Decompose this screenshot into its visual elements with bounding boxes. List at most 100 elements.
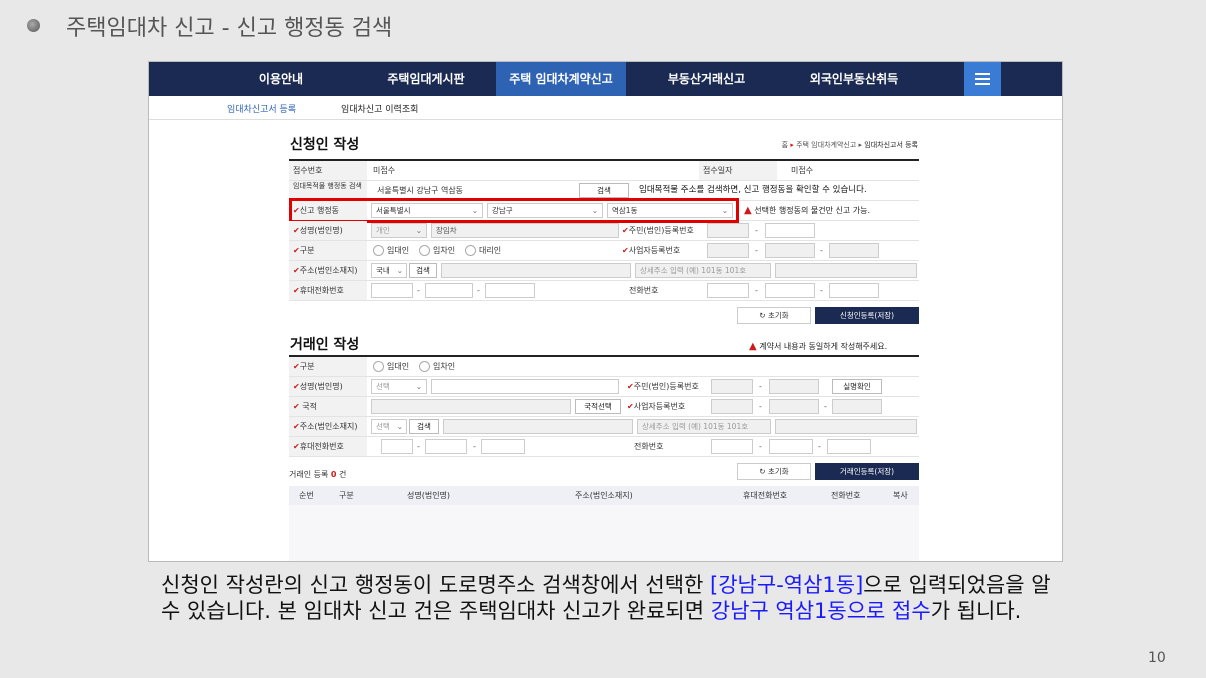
trader-mobile-input-1[interactable] bbox=[381, 439, 413, 454]
phone-input-1[interactable] bbox=[707, 283, 749, 298]
subnav-history[interactable]: 임대차신고 이력조회 bbox=[341, 102, 418, 115]
trader-business-no-label: ✔사업자등록번호 bbox=[627, 402, 686, 411]
phone-label: 전화번호 bbox=[629, 286, 659, 295]
row-receipt: 접수번호 미접수 접수일자 미접수 bbox=[289, 161, 919, 181]
detail-address-input[interactable]: 상세주소 입력 (예) 101동 101호 bbox=[635, 263, 771, 278]
mobile-input-1[interactable] bbox=[371, 283, 413, 298]
trader-mobile-input-2[interactable] bbox=[425, 439, 467, 454]
nav-item-board[interactable]: 주택임대게시판 bbox=[371, 62, 481, 96]
nav-item-lease-report[interactable]: 주택 임대차계약신고 bbox=[496, 62, 626, 96]
extra-address-input[interactable] bbox=[775, 263, 917, 278]
chevron-down-icon: ⌄ bbox=[396, 422, 403, 431]
mobile-input-2[interactable] bbox=[425, 283, 473, 298]
trader-phone-label: 전화번호 bbox=[634, 442, 664, 451]
row-mobile: ✔휴대전화번호 - - 전화번호 - - bbox=[289, 281, 919, 301]
sub-nav: 임대차신고서 등록 임대차신고 이력조회 bbox=[149, 96, 1062, 120]
th-mobile: 휴대전화번호 bbox=[743, 491, 788, 500]
trader-extra-address-input[interactable] bbox=[775, 419, 917, 434]
trader-radio-lessee-label: 임차인 bbox=[433, 362, 456, 371]
warning-icon: ▲ bbox=[749, 341, 757, 352]
business-no-input-1[interactable] bbox=[707, 243, 749, 258]
trader-reset-button[interactable]: ↻ 초기화 bbox=[737, 463, 811, 480]
trader-business-no-input-1[interactable] bbox=[711, 399, 753, 414]
radio-agent-label: 대리인 bbox=[479, 246, 502, 255]
name-input[interactable]: 장임차 bbox=[431, 223, 619, 238]
nationality-input[interactable] bbox=[371, 399, 571, 414]
trader-address-label: ✔주소(법인소재지) bbox=[289, 417, 367, 436]
trader-detail-address-input[interactable]: 상세주소 입력 (예) 101동 101호 bbox=[637, 419, 771, 434]
radio-lessor[interactable] bbox=[373, 245, 384, 256]
trader-table-header: 순번 구분 성명(법인명) 주소(법인소재지) 휴대전화번호 전화번호 복사 bbox=[289, 486, 919, 505]
nationality-select-button[interactable]: 국적선택 bbox=[575, 399, 621, 414]
trader-name-input[interactable] bbox=[431, 379, 619, 394]
mobile-input-3[interactable] bbox=[485, 283, 535, 298]
breadcrumb-current: 임대차신고서 등록 bbox=[864, 141, 918, 149]
trader-mobile-label: ✔휴대전화번호 bbox=[289, 437, 367, 456]
address-search-btn[interactable]: 검색 bbox=[409, 263, 437, 278]
th-name: 성명(법인명) bbox=[407, 491, 451, 500]
trader-business-no-input-2[interactable] bbox=[769, 399, 819, 414]
trader-domestic-select[interactable]: 선택 ⌄ bbox=[371, 419, 407, 434]
applicant-reset-button[interactable]: ↻ 초기화 bbox=[737, 307, 811, 324]
chevron-down-icon: ⌄ bbox=[396, 266, 403, 275]
receipt-date-label: 접수일자 bbox=[699, 161, 777, 180]
th-division: 구분 bbox=[339, 491, 354, 500]
breadcrumb: 홈 ▸ 주택 임대차계약신고 ▸ 임대차신고서 등록 bbox=[781, 141, 918, 149]
radio-lessee[interactable] bbox=[419, 245, 430, 256]
real-name-verify-button[interactable]: 실명확인 bbox=[832, 379, 882, 394]
trader-resident-no-input-1[interactable] bbox=[711, 379, 753, 394]
trader-phone-input-3[interactable] bbox=[827, 439, 871, 454]
th-copy: 복사 bbox=[893, 491, 908, 500]
trader-phone-input-2[interactable] bbox=[769, 439, 813, 454]
radio-agent[interactable] bbox=[465, 245, 476, 256]
trader-phone-input-1[interactable] bbox=[711, 439, 753, 454]
trader-resident-no-input-2[interactable] bbox=[769, 379, 819, 394]
trader-name-label: ✔성명(법인명) bbox=[289, 377, 367, 396]
receipt-no-value: 미접수 bbox=[373, 166, 396, 175]
trader-section-title: 거래인 작성 bbox=[290, 337, 360, 353]
trader-business-no-input-3[interactable] bbox=[832, 399, 882, 414]
applicant-register-button[interactable]: 신청인등록(저장) bbox=[815, 307, 919, 324]
business-no-input-3[interactable] bbox=[829, 243, 879, 258]
breadcrumb-home[interactable]: 홈 bbox=[782, 141, 788, 149]
subnav-register[interactable]: 임대차신고서 등록 bbox=[227, 102, 296, 115]
address-input[interactable] bbox=[441, 263, 631, 278]
dong-warning: ▲ 선택한 행정동의 물건만 신고 가능. bbox=[744, 205, 871, 216]
domestic-select[interactable]: 국내 ⌄ bbox=[371, 263, 407, 278]
trader-radio-lessor[interactable] bbox=[373, 361, 384, 372]
trader-address-search-button[interactable]: 검색 bbox=[409, 419, 439, 434]
chevron-down-icon: ⌄ bbox=[415, 226, 422, 235]
nav-item-realestate-report[interactable]: 부동산거래신고 bbox=[649, 62, 764, 96]
resident-no-label: ✔주민(법인)등록번호 bbox=[622, 226, 694, 235]
th-phone: 전화번호 bbox=[831, 491, 861, 500]
trader-row-division: ✔구분 임대인 임차인 bbox=[289, 357, 919, 377]
trader-mobile-input-3[interactable] bbox=[481, 439, 525, 454]
breadcrumb-lease[interactable]: 주택 임대차계약신고 bbox=[796, 141, 856, 149]
nav-item-foreign-acquisition[interactable]: 외국인부동산취득 bbox=[789, 62, 919, 96]
page-number: 10 bbox=[1148, 650, 1166, 666]
phone-input-2[interactable] bbox=[765, 283, 815, 298]
trader-warning: ▲ 계약서 내용과 동일하게 작성해주세요. bbox=[749, 341, 888, 352]
address-search-button[interactable]: 검색 bbox=[579, 183, 629, 198]
hamburger-menu-icon[interactable] bbox=[964, 62, 1001, 96]
trader-table-body bbox=[289, 505, 919, 561]
business-no-input-2[interactable] bbox=[765, 243, 815, 258]
receipt-no-label: 접수번호 bbox=[289, 161, 367, 180]
trader-register-button[interactable]: 거래인등록(저장) bbox=[815, 463, 919, 480]
trader-address-input[interactable] bbox=[443, 419, 633, 434]
trader-radio-lessee[interactable] bbox=[419, 361, 430, 372]
name-label: ✔성명(법인명) bbox=[289, 221, 367, 240]
resident-no-input-2[interactable] bbox=[765, 223, 815, 238]
top-nav: 이용안내 주택임대게시판 주택 임대차계약신고 부동산거래신고 외국인부동산취득 bbox=[149, 62, 1062, 96]
chevron-down-icon: ⌄ bbox=[415, 382, 422, 391]
trader-count: 거래인 등록 0 건 bbox=[289, 470, 347, 479]
reset-icon: ↻ bbox=[759, 467, 766, 476]
slide-bullet-icon bbox=[27, 19, 40, 32]
name-type-select[interactable]: 개인 ⌄ bbox=[371, 223, 427, 238]
row-address: ✔주소(법인소재지) 국내 ⌄ 검색 상세주소 입력 (예) 101동 101호 bbox=[289, 261, 919, 281]
trader-name-type-select[interactable]: 선택 ⌄ bbox=[371, 379, 427, 394]
nav-item-guide[interactable]: 이용안내 bbox=[241, 62, 321, 96]
phone-input-3[interactable] bbox=[829, 283, 879, 298]
resident-no-input-1[interactable] bbox=[707, 223, 749, 238]
th-number: 순번 bbox=[299, 491, 314, 500]
